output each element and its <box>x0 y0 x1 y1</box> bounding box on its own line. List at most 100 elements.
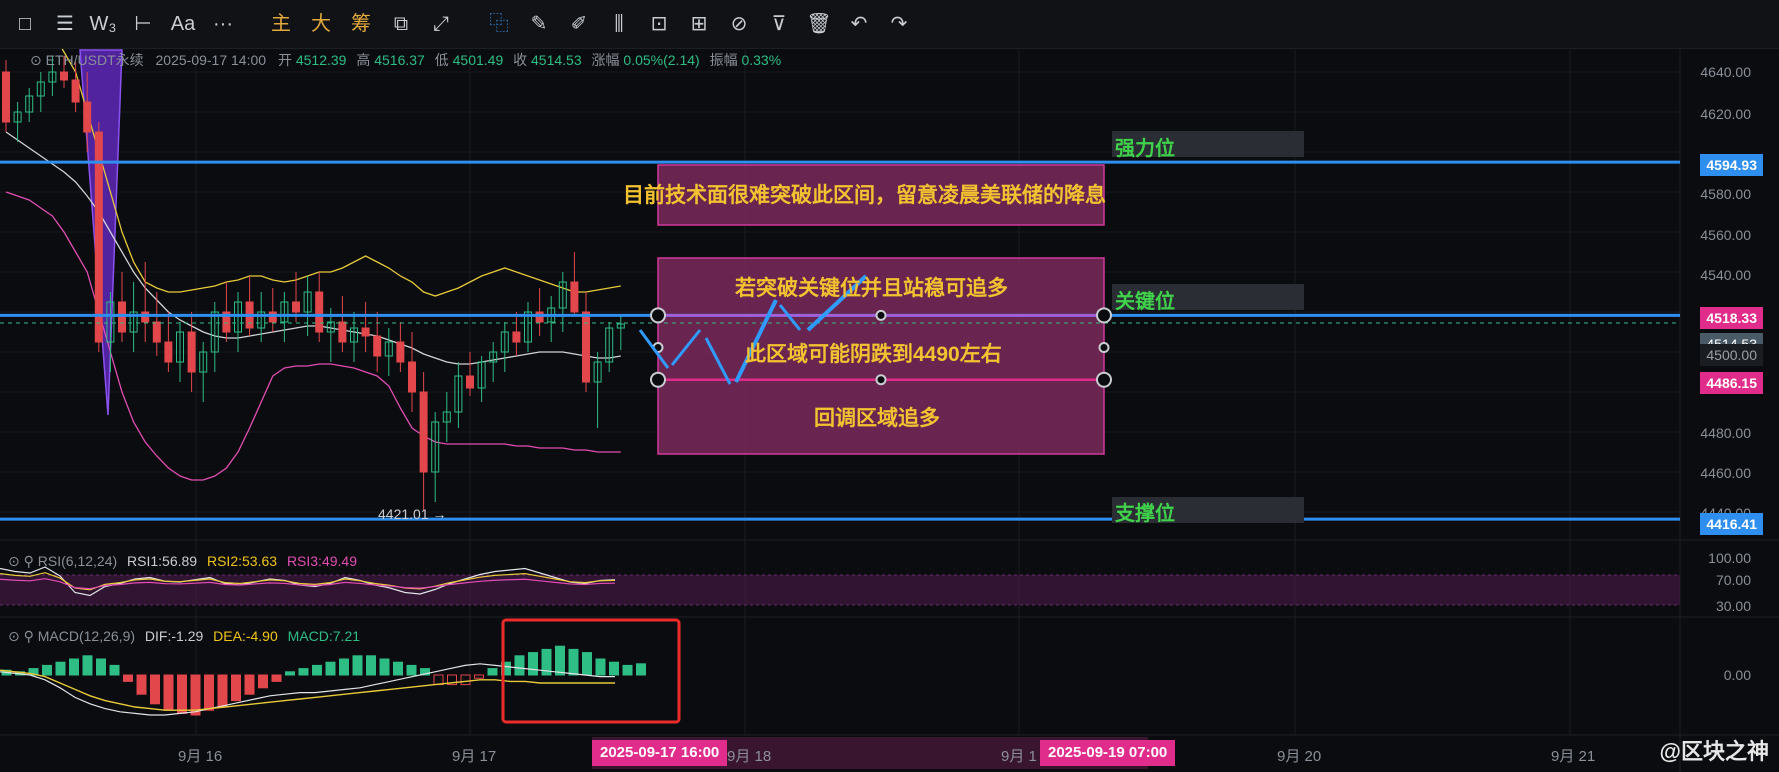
level-price-tag: 4594.93 <box>1700 154 1763 176</box>
toolbar-tool-icon[interactable]: ⫼ <box>602 10 636 38</box>
collapse-icon[interactable]: ⊙ <box>30 52 46 68</box>
drag-handle <box>875 374 887 386</box>
price-tick: 4480.00 <box>1700 425 1751 441</box>
candle-body <box>535 311 544 323</box>
macd-bar <box>96 658 106 676</box>
toolbar-tool-icon[interactable]: ⤢ <box>424 10 458 38</box>
toolbar-tool-icon[interactable]: □ <box>8 10 42 38</box>
annotation-break[interactable]: 若突破关键位并且站稳可追多 <box>735 272 1008 302</box>
toolbar-tool-icon[interactable]: ⊢ <box>126 10 160 38</box>
bar-datetime: 2025-09-17 14:00 <box>155 52 267 68</box>
toolbar-tool-icon[interactable]: ↶ <box>842 10 876 38</box>
macd-bar <box>123 674 133 682</box>
candle-body <box>141 311 150 323</box>
candle-body <box>338 321 347 343</box>
macd-bar <box>217 674 228 708</box>
toolbar-tool-icon[interactable]: ✐ <box>562 10 596 38</box>
macd-bar <box>55 661 66 676</box>
change-value: 0.05%(2.14) <box>623 52 700 68</box>
annotation-top[interactable]: 目前技术面很难突破此区间，留意凌晨美联储的降息 <box>623 179 1106 209</box>
ohlc-header: ⊙ ETH/USDT永续 2025-09-17 14:00 开 4512.39 … <box>30 50 781 70</box>
rsi3-value: RSI3:49.49 <box>286 553 357 569</box>
drag-handle <box>1096 307 1112 324</box>
toolbar-tool-icon[interactable]: 大 <box>304 10 338 38</box>
toolbar-tool-icon[interactable]: ⧉ <box>384 10 418 38</box>
drag-handle <box>650 307 666 324</box>
candle-body <box>60 71 68 81</box>
macd-bar <box>609 661 619 676</box>
x-tick: 9月 17 <box>452 748 497 765</box>
toolbar-tool-icon[interactable]: ⊡ <box>642 10 676 38</box>
toolbar-tool-icon[interactable]: 主 <box>264 10 298 38</box>
zone-label-key: 关键位 <box>1115 291 1175 313</box>
x-tick: 9月 21 <box>1551 748 1596 765</box>
macd-bar <box>352 655 363 676</box>
macd-bar <box>622 664 633 676</box>
x-tick: 9月 1 <box>1001 748 1037 765</box>
price-tick: 4460.00 <box>1700 465 1751 481</box>
macd-bar <box>177 674 187 714</box>
x-range-end: 2025-09-19 07:00 <box>1040 740 1176 766</box>
candle-body <box>2 71 10 123</box>
symbol-label[interactable]: ETH/USDT永续 <box>46 52 144 68</box>
price-tick: 4560.00 <box>1700 227 1751 243</box>
candle-body <box>71 79 80 103</box>
collapse-icon[interactable]: ⊙ ⚲ <box>8 553 34 569</box>
close-value: 4514.53 <box>531 52 582 68</box>
toolbar-tool-icon[interactable]: ⊘ <box>722 10 756 38</box>
candle-body <box>512 331 521 343</box>
toolbar-tool-icon[interactable]: W₃ <box>86 10 120 38</box>
toolbar-tool-icon[interactable]: ↷ <box>882 10 916 38</box>
chart-stage: □ ☰ W₃ ⊢ Aa ··· 主大筹 ⧉ ⤢ ⿻ ✎ ✐ ⫼ ⊡ ⊞ ⊘ ⊽ 🗑 ↶ ↷ ⊙ ETH/USDT永续 … <box>0 0 1779 772</box>
toolbar-tool-icon[interactable]: ⊞ <box>682 10 716 38</box>
macd-bar <box>595 658 606 676</box>
macd-bar <box>298 668 309 676</box>
macd-bar <box>514 655 525 676</box>
macd-bar <box>636 663 646 676</box>
macd-bar <box>163 674 174 711</box>
macd-bar <box>528 652 538 676</box>
macd-bar <box>379 658 390 676</box>
price-tick: 4580.00 <box>1700 186 1751 202</box>
macd-bar <box>555 645 565 676</box>
candle-body <box>268 311 277 323</box>
macd-bar <box>487 668 498 676</box>
macd-bar <box>325 661 336 676</box>
toolbar-tool-icon[interactable]: 筹 <box>344 10 378 38</box>
low-value: 4501.49 <box>452 52 504 68</box>
annotation-drop[interactable]: 此区域可能阴跌到4490左右 <box>745 338 1002 368</box>
x-tick: 9月 18 <box>727 748 772 765</box>
axis-price-tag: 4500.00 <box>1700 344 1763 366</box>
dif-value: DIF:-1.29 <box>144 628 204 644</box>
rsi1-value: RSI1:56.89 <box>127 553 198 569</box>
rsi-header: ⊙ ⚲ RSI(6,12,24) RSI1:56.89 RSI2:53.63 R… <box>8 553 357 570</box>
price-chart[interactable] <box>0 0 1779 772</box>
macd-bar <box>474 674 484 679</box>
low-marker: 4421.01 → <box>378 506 447 522</box>
open-label: 开 <box>277 52 292 68</box>
drag-handle <box>875 309 887 321</box>
macd-bar <box>433 674 444 686</box>
amplitude-label: 振幅 <box>709 52 738 68</box>
toolbar-tool-icon[interactable]: ⿻ <box>482 10 516 38</box>
toolbar-tool-icon[interactable]: ✎ <box>522 10 556 38</box>
open-value: 4512.39 <box>295 52 347 68</box>
zone-label-strong: 强力位 <box>1115 138 1175 160</box>
macd-name[interactable]: MACD(12,26,9) <box>38 628 135 644</box>
toolbar-tool-icon[interactable]: 🗑 <box>802 10 836 38</box>
price-tick: 4620.00 <box>1700 106 1751 122</box>
collapse-icon[interactable]: ⊙ ⚲ <box>8 628 34 644</box>
rsi-name[interactable]: RSI(6,12,24) <box>38 553 117 569</box>
price-tick: 4640.00 <box>1700 64 1751 80</box>
toolbar-tool-icon[interactable]: Aa <box>166 10 200 38</box>
macd-bar <box>82 655 93 676</box>
candle-body <box>373 335 382 357</box>
x-range-start: 2025-09-17 16:00 <box>592 740 728 766</box>
toolbar-tool-icon[interactable]: ··· <box>206 10 240 38</box>
high-label: 高 <box>356 52 371 68</box>
low-label: 低 <box>434 52 449 68</box>
high-value: 4516.37 <box>374 52 425 68</box>
toolbar-tool-icon[interactable]: ⊽ <box>762 10 796 38</box>
annotation-pullback[interactable]: 回调区域追多 <box>814 402 940 432</box>
toolbar-tool-icon[interactable]: ☰ <box>48 10 82 38</box>
